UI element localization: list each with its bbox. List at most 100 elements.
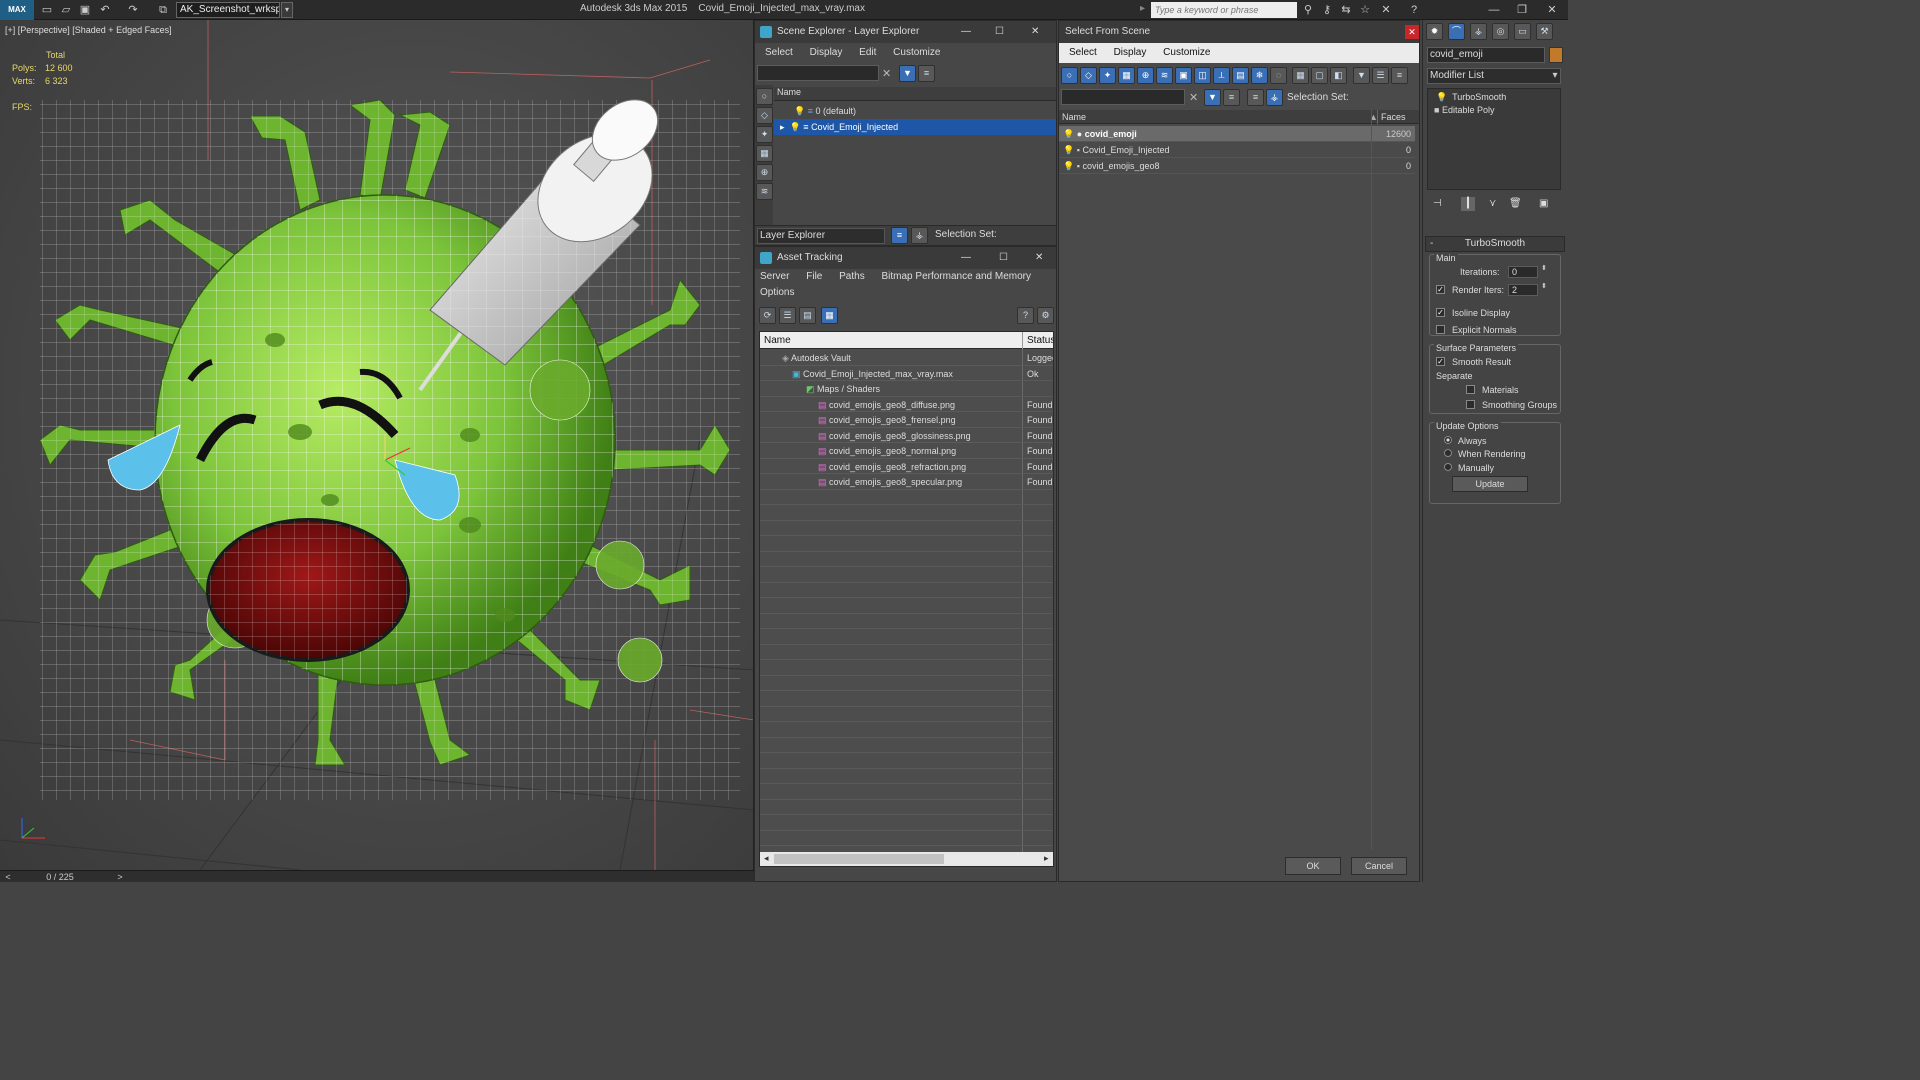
close-icon[interactable]: ✕ (1538, 0, 1566, 20)
select-none-icon[interactable]: ▢ (1311, 67, 1328, 84)
time-slider[interactable]: < 0 / 225 > (0, 870, 754, 882)
smoothing-groups-checkbox[interactable] (1466, 399, 1479, 410)
hierarchy-icon[interactable]: ⚶ (1266, 89, 1283, 106)
render-iters-checkbox[interactable]: ✓ (1436, 284, 1449, 295)
menu-paths[interactable]: Paths (839, 271, 865, 282)
column-header-name[interactable]: Name (1062, 110, 1086, 124)
help-icon[interactable]: ? (1017, 307, 1034, 324)
menu-file[interactable]: File (806, 271, 822, 282)
chevron-down-icon[interactable]: ▾ (1549, 68, 1561, 84)
prev-frame-button[interactable]: < (2, 871, 14, 883)
column-header-status[interactable]: Status (1027, 332, 1053, 349)
list-view-icon[interactable]: ☰ (779, 307, 796, 324)
asset-row[interactable]: ◩ Maps / Shaders (760, 381, 1053, 397)
containers-filter-icon[interactable]: ▤ (1232, 67, 1249, 84)
minimize-icon[interactable]: — (961, 21, 971, 43)
expand-arrow-icon[interactable]: ▸ (780, 122, 785, 132)
next-frame-button[interactable]: > (114, 871, 126, 883)
close-icon[interactable]: ✕ (1035, 247, 1043, 269)
key-icon[interactable]: ⚷ (1319, 3, 1335, 17)
modify-tab-icon[interactable]: ⌒ (1448, 23, 1465, 40)
lightbulb-icon[interactable]: 💡 (794, 106, 805, 116)
viewport-label[interactable]: [+] [Perspective] [Shaded + Edged Faces] (5, 25, 172, 35)
tree-view-icon[interactable]: ▤ (799, 307, 816, 324)
scene-search-input[interactable] (1061, 89, 1185, 105)
filter-icon[interactable]: ▼ (1353, 67, 1370, 84)
filter-options-icon[interactable]: ☰ (1372, 67, 1389, 84)
object-row-selected[interactable]: 💡 ● covid_emoji 12600 (1059, 126, 1415, 142)
smooth-result-checkbox[interactable]: ✓ (1436, 356, 1449, 367)
lights-filter-icon[interactable]: ✦ (1099, 67, 1116, 84)
display-geometry-icon[interactable]: ○ (756, 88, 773, 105)
object-name-field[interactable]: covid_emoji (1427, 47, 1545, 63)
display-cameras-icon[interactable]: ▦ (756, 145, 773, 162)
asset-row[interactable]: ▤ covid_emojis_geo8_diffuse.png Found (760, 397, 1053, 412)
filter-icon[interactable]: ▼ (899, 65, 916, 82)
perspective-viewport[interactable]: [+] [Perspective] [Shaded + Edged Faces]… (0, 20, 754, 870)
render-iters-spinner-icon[interactable]: ⬍ (1541, 282, 1547, 290)
maximize-icon[interactable]: ☐ (995, 21, 1004, 43)
menu-options[interactable]: Options (760, 287, 794, 298)
table-view-icon[interactable]: ▦ (821, 307, 838, 324)
asset-row[interactable]: ▤ covid_emojis_geo8_normal.png Found (760, 443, 1053, 459)
shapes-filter-icon[interactable]: ◇ (1080, 67, 1097, 84)
hierarchy-icon[interactable]: ⚶ (911, 227, 928, 244)
maximize-icon[interactable]: ☐ (999, 247, 1008, 269)
menu-bitmap-performance[interactable]: Bitmap Performance and Memory (882, 271, 1032, 282)
display-helpers-icon[interactable]: ⊕ (756, 164, 773, 181)
modifier-list-dropdown[interactable]: Modifier List (1427, 68, 1561, 84)
hidden-filter-icon[interactable]: ◌ (1270, 67, 1287, 84)
asset-row[interactable]: ◈ Autodesk Vault Logged (760, 350, 1053, 366)
geometry-filter-icon[interactable]: ○ (1061, 67, 1078, 84)
menu-edit[interactable]: Edit (859, 47, 876, 58)
hierarchy-tab-icon[interactable]: ⚶ (1470, 23, 1487, 40)
horizontal-scrollbar[interactable]: ◂ ▸ (760, 852, 1053, 866)
new-file-icon[interactable]: ▭ (40, 3, 54, 17)
max-logo-icon[interactable]: MAX (0, 0, 34, 20)
expand-icon[interactable]: ▸ (1140, 3, 1145, 14)
iterations-input[interactable]: 0 (1508, 266, 1538, 278)
workspace-dropdown[interactable]: AK_Screenshot_wrksp (176, 2, 280, 18)
isoline-display-checkbox[interactable]: ✓ (1436, 307, 1449, 318)
layer-mode-icon[interactable]: ≡ (1247, 89, 1264, 106)
layer-row-selected[interactable]: ▸ 💡 ≡ Covid_Emoji_Injected (774, 119, 1056, 135)
layer-row[interactable]: 💡 ≡ 0 (default) (774, 103, 1056, 119)
star-icon[interactable]: ☆ (1357, 3, 1373, 17)
sign-in-icon[interactable]: ⇆ (1338, 3, 1354, 17)
frame-counter[interactable]: 0 / 225 (30, 871, 90, 883)
menu-server[interactable]: Server (760, 271, 789, 282)
explorer-type-dropdown[interactable]: Layer Explorer (757, 228, 885, 244)
layer-toggle-icon[interactable]: ≡ (1223, 89, 1240, 106)
collapse-icon[interactable]: - (1430, 237, 1433, 251)
refresh-icon[interactable]: ⟳ (759, 307, 776, 324)
make-unique-icon[interactable]: ⋎ (1489, 198, 1496, 209)
display-tab-icon[interactable]: ▭ (1514, 23, 1531, 40)
lightbulb-icon[interactable]: 💡 (1063, 145, 1074, 155)
scene-explorer-title[interactable]: Scene Explorer - Layer Explorer — ☐ ✕ (755, 21, 1056, 43)
select-invert-icon[interactable]: ◧ (1330, 67, 1347, 84)
layer-toggle-icon[interactable]: ≡ (918, 65, 935, 82)
undo-icon[interactable]: ↶ (98, 3, 112, 17)
asset-row[interactable]: ▤ covid_emojis_geo8_specular.png Found (760, 474, 1053, 490)
select-all-icon[interactable]: ▦ (1292, 67, 1309, 84)
column-header-name[interactable]: Name (764, 332, 791, 349)
always-radio[interactable] (1444, 435, 1456, 446)
motion-tab-icon[interactable]: ◎ (1492, 23, 1509, 40)
communication-icon[interactable]: ✕ (1378, 3, 1394, 17)
asset-tracking-title[interactable]: Asset Tracking — ☐ ✕ (755, 247, 1056, 269)
scrollbar-thumb[interactable] (774, 854, 944, 864)
bones-filter-icon[interactable]: ⟂ (1213, 67, 1230, 84)
lightbulb-icon[interactable]: 💡 (790, 122, 801, 132)
ok-button[interactable]: OK (1285, 857, 1341, 875)
materials-checkbox[interactable] (1466, 384, 1479, 395)
display-lights-icon[interactable]: ✦ (756, 126, 773, 143)
minimize-icon[interactable]: — (961, 247, 971, 269)
asset-row[interactable]: ▤ covid_emojis_geo8_frensel.png Found (760, 412, 1053, 428)
render-iters-input[interactable]: 2 (1508, 284, 1538, 296)
close-icon[interactable]: ✕ (1405, 25, 1419, 39)
asset-row[interactable]: ▤ covid_emojis_geo8_refraction.png Found (760, 459, 1053, 474)
cameras-filter-icon[interactable]: ▦ (1118, 67, 1135, 84)
lightbulb-icon[interactable]: 💡 (1436, 92, 1447, 102)
display-shapes-icon[interactable]: ◇ (756, 107, 773, 124)
remove-modifier-icon[interactable]: 🗑 (1509, 198, 1522, 209)
